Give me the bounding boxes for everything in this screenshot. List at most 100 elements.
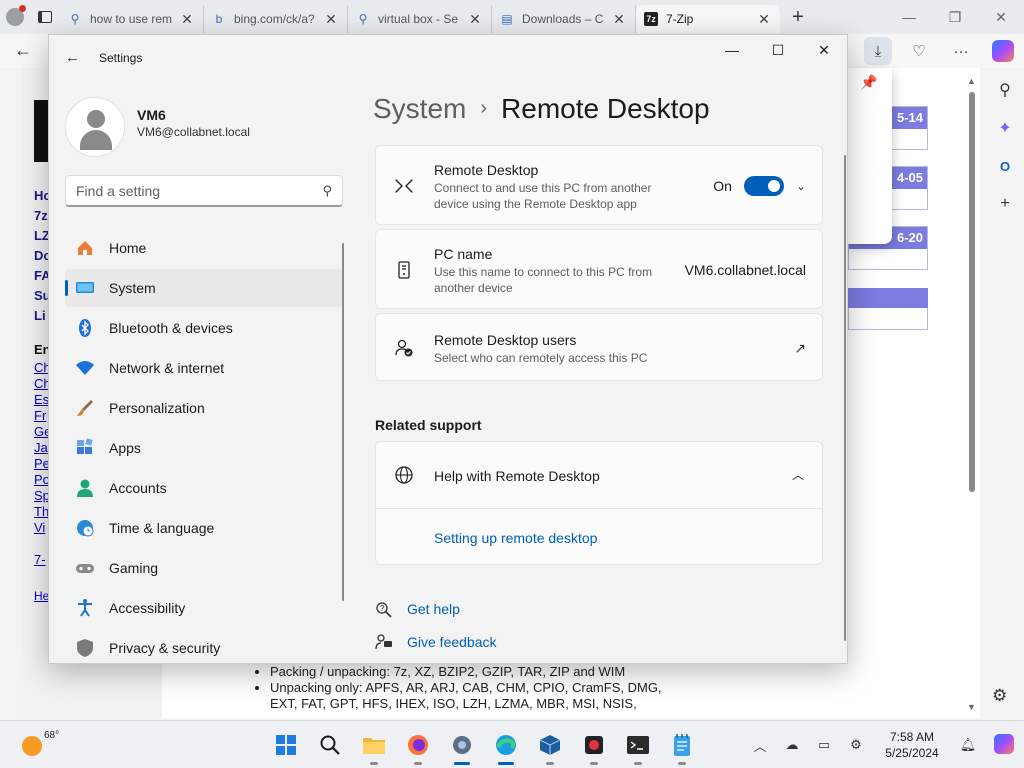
settings-app-button[interactable] (440, 727, 484, 765)
taskbar-search-button[interactable] (308, 727, 352, 763)
maximize-icon[interactable]: ☐ (755, 35, 801, 65)
nav-item-gaming[interactable]: Gaming (65, 549, 343, 587)
settings-search-box[interactable]: ⚲ (65, 175, 343, 207)
bell-icon[interactable]: 🔔︎ (952, 737, 984, 753)
browser-tab-bar: ⚲ how to use rem ✕ b bing.com/ck/a? ✕ ⚲ … (0, 0, 1024, 34)
nav-item-privacy-security[interactable]: Privacy & security (65, 629, 343, 663)
chevron-up-icon[interactable]: ︿ (744, 736, 776, 755)
collections-icon[interactable]: ✦ (995, 118, 1015, 138)
browser-tab-1[interactable]: ⚲ how to use rem ✕ (60, 5, 204, 33)
nav-item-accessibility[interactable]: Accessibility (65, 589, 343, 627)
nav-item-apps[interactable]: Apps (65, 429, 343, 467)
downloads-icon: ▤ (501, 12, 513, 26)
firefox-button[interactable] (396, 727, 440, 765)
nav-item-network[interactable]: Network & internet (65, 349, 343, 387)
notepad-button[interactable] (660, 727, 704, 765)
clock[interactable]: 7:58 AM 5/25/2024 (872, 729, 952, 761)
remote-desktop-card[interactable]: Remote Desktop Connect to and use this P… (375, 145, 823, 225)
remote-desktop-toggle[interactable] (743, 176, 784, 196)
search-input[interactable] (66, 176, 306, 206)
copilot-preview-icon[interactable] (984, 733, 1024, 757)
nav-label: System (109, 280, 156, 296)
screen-recorder-button[interactable] (572, 727, 616, 765)
scroll-up-icon[interactable]: ▲ (967, 76, 976, 86)
nav-item-home[interactable]: Home (65, 229, 343, 267)
terminal-button[interactable] (616, 727, 660, 765)
restore-icon[interactable]: ❐ (932, 0, 978, 34)
nav-item-accounts[interactable]: Accounts (65, 469, 343, 507)
remote-desktop-users-card[interactable]: Remote Desktop users Select who can remo… (375, 313, 823, 381)
minimize-icon[interactable]: — (886, 0, 932, 34)
card-title: PC name (434, 246, 493, 262)
card-title: Remote Desktop users (434, 332, 577, 348)
close-tab-icon[interactable]: ✕ (756, 11, 772, 28)
pc-name-icon (394, 260, 414, 280)
browser-tab-2[interactable]: b bing.com/ck/a? ✕ (204, 5, 348, 33)
card-title: Remote Desktop (434, 162, 539, 178)
back-arrow-icon[interactable]: ← (14, 40, 32, 61)
outlook-icon[interactable]: O (995, 156, 1015, 176)
network-offline-icon[interactable]: ☁ (776, 737, 808, 753)
close-tab-icon[interactable]: ✕ (323, 11, 339, 28)
downloads-button[interactable]: ⤓ (864, 37, 892, 65)
nav-item-time-language[interactable]: Time & language (65, 509, 343, 547)
breadcrumb: System › Remote Desktop (373, 93, 710, 125)
system-tray: ︿ ☁ ▭ ⚙ 7:58 AM 5/25/2024 🔔︎ (744, 721, 1024, 768)
breadcrumb-parent[interactable]: System (373, 93, 466, 124)
setting-up-remote-desktop-link[interactable]: Setting up remote desktop (434, 530, 597, 546)
chevron-down-icon[interactable]: ⌄ (796, 179, 806, 193)
display-icon[interactable]: ▭ (808, 737, 840, 753)
nav-item-bluetooth[interactable]: Bluetooth & devices (65, 309, 343, 347)
give-feedback-link[interactable]: Give feedback (407, 634, 497, 650)
close-icon[interactable]: ✕ (801, 35, 847, 65)
pc-name-value: VM6.collabnet.local (684, 262, 806, 278)
minimize-icon[interactable]: — (709, 35, 755, 65)
start-button[interactable] (264, 727, 308, 763)
profile-button[interactable] (0, 0, 30, 34)
scroll-down-icon[interactable]: ▼ (967, 702, 976, 712)
globe-clock-icon (75, 518, 95, 538)
settings-nav: Home System Bluetooth & devices Network … (65, 229, 343, 663)
window-controls: — ☐ ✕ (709, 35, 847, 65)
virtualbox-button[interactable] (528, 727, 572, 765)
search-icon[interactable]: ⚲ (995, 80, 1015, 100)
browser-tab-4[interactable]: ▤ Downloads – C ✕ (492, 5, 636, 33)
page-title: Remote Desktop (501, 93, 710, 124)
close-icon[interactable]: ✕ (978, 0, 1024, 34)
scrollbar-thumb[interactable] (969, 92, 975, 492)
card-description: Select who can remotely access this PC (434, 351, 648, 365)
nav-label: Network & internet (109, 360, 225, 376)
close-tab-icon[interactable]: ✕ (467, 11, 483, 28)
avatar[interactable] (65, 97, 125, 157)
taskbar-apps (264, 727, 704, 765)
nav-item-personalization[interactable]: Personalization (65, 389, 343, 427)
browser-essentials-icon[interactable]: ♡ (898, 42, 940, 60)
list-item: EXT, FAT, GPT, HFS, IHEX, ISO, LZH, LZMA… (270, 696, 637, 711)
date: 5/25/2024 (885, 746, 939, 760)
file-explorer-button[interactable] (352, 727, 396, 765)
copilot-icon[interactable] (992, 40, 1014, 62)
external-link-icon[interactable]: ↗ (794, 340, 806, 357)
get-help-link[interactable]: Get help (407, 601, 460, 617)
settings-titlebar: ← Settings — ☐ ✕ (49, 35, 847, 79)
tab-actions-icon[interactable] (30, 0, 60, 34)
new-tab-button[interactable]: + (780, 6, 816, 29)
nav-item-system[interactable]: System (65, 269, 343, 307)
settings-sync-icon[interactable]: ⚙ (840, 737, 872, 753)
pin-icon[interactable]: 📌 (860, 74, 877, 91)
help-title[interactable]: Help with Remote Desktop (434, 468, 600, 484)
close-tab-icon[interactable]: ✕ (611, 11, 627, 28)
more-options-icon[interactable]: ··· (940, 43, 982, 60)
chevron-up-icon[interactable]: ︿ (792, 466, 804, 483)
edge-button[interactable] (484, 727, 528, 765)
close-tab-icon[interactable]: ✕ (179, 11, 195, 28)
add-icon[interactable]: + (995, 194, 1015, 214)
back-arrow-icon[interactable]: ← (65, 49, 80, 66)
page-scrollbar[interactable]: ▲ ▼ (966, 76, 978, 712)
browser-tab-3[interactable]: ⚲ virtual box - Se ✕ (348, 5, 492, 33)
nav-scrollbar[interactable] (342, 243, 344, 601)
browser-tab-5[interactable]: 7z 7-Zip ✕ (636, 5, 780, 33)
gear-icon[interactable]: ⚙ (992, 686, 1007, 706)
content-scrollbar[interactable] (844, 155, 846, 641)
weather-widget[interactable]: 68° (22, 730, 59, 756)
